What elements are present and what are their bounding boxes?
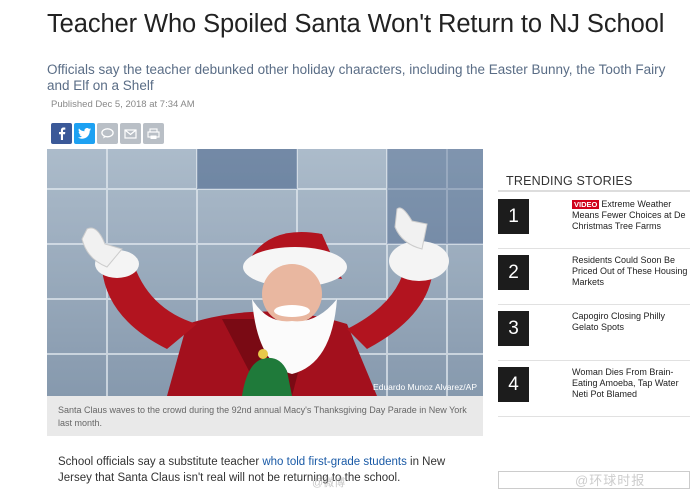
twitter-icon <box>78 128 91 139</box>
weibo-watermark-small: @微博 <box>312 477 346 489</box>
santa-photo: Eduardo Munoz Alvarez/AP <box>47 149 483 396</box>
trending-item[interactable]: 3 Capogiro Closing Philly Gelato Spots <box>498 308 690 361</box>
email-icon <box>124 128 137 139</box>
facebook-share-button[interactable] <box>51 123 72 144</box>
article-body: School officials say a substitute teache… <box>58 454 448 486</box>
trending-rank: 2 <box>498 255 529 290</box>
trending-headline[interactable]: Capogiro Closing Philly Gelato Spots <box>572 311 690 333</box>
trending-headline[interactable]: Woman Dies From Brain-Eating Amoeba, Tap… <box>572 367 690 400</box>
photo-caption-text: Santa Claus waves to the crowd during th… <box>58 405 467 428</box>
twitter-share-button[interactable] <box>74 123 95 144</box>
photo-credit: Eduardo Munoz Alvarez/AP <box>373 382 477 392</box>
video-badge: VIDEO <box>572 200 600 209</box>
trending-rank: 4 <box>498 367 529 402</box>
published-timestamp: Published Dec 5, 2018 at 7:34 AM <box>51 99 195 110</box>
trending-headline[interactable]: VIDEO Extreme Weather Means Fewer Choices… <box>572 199 690 232</box>
print-icon <box>147 127 160 139</box>
article-dek: Officials say the teacher debunked other… <box>47 62 666 93</box>
trending-title: TRENDING STORIES <box>506 174 633 188</box>
trending-rank: 3 <box>498 311 529 346</box>
trending-rank: 1 <box>498 199 529 234</box>
photo-caption: Santa Claus waves to the crowd during th… <box>47 396 483 436</box>
share-toolbar <box>51 123 164 144</box>
trending-headline[interactable]: Residents Could Soon Be Priced Out of Th… <box>572 255 690 288</box>
comment-icon <box>101 128 114 139</box>
facebook-icon <box>58 127 65 140</box>
trending-item[interactable]: 1 VIDEO Extreme Weather Means Fewer Choic… <box>498 196 690 249</box>
trending-divider <box>498 190 690 192</box>
comment-button[interactable] <box>97 123 118 144</box>
print-button[interactable] <box>143 123 164 144</box>
weibo-watermark: @环球时报 <box>575 473 646 488</box>
body-link[interactable]: who told first-grade students <box>262 456 406 468</box>
body-text-before: School officials say a substitute teache… <box>58 456 263 468</box>
trending-item[interactable]: 2 Residents Could Soon Be Priced Out of … <box>498 252 690 305</box>
article-headline: Teacher Who Spoiled Santa Won't Return t… <box>47 10 665 38</box>
trending-item[interactable]: 4 Woman Dies From Brain-Eating Amoeba, T… <box>498 364 690 417</box>
email-button[interactable] <box>120 123 141 144</box>
